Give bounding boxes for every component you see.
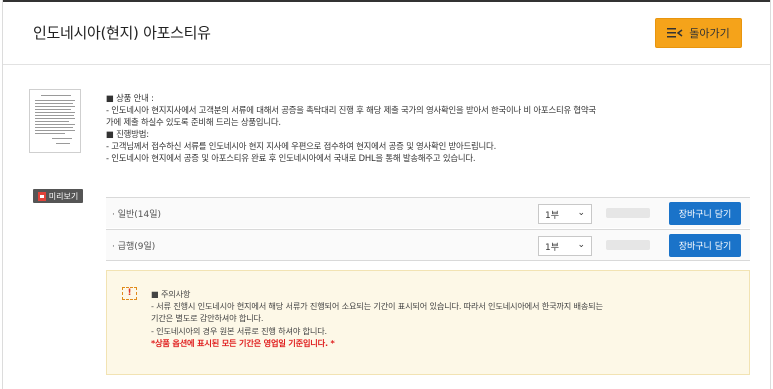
description-line: - 고객님께서 접수하신 서류를 인도네시아 현지 지사에 우편으로 접수하여 … [106,141,497,151]
list-back-icon [667,27,683,39]
add-to-cart-button[interactable]: 장바구니 담기 [669,202,741,225]
preview-button-label: 미리보기 [48,191,79,201]
quantity-select[interactable]: 1부 ⌄ [538,236,592,256]
add-to-cart-button[interactable]: 장바구니 담기 [669,234,741,257]
page-title: 인도네시아(현지) 아포스티유 [33,24,211,42]
option-row-standard: · 일반(14일) 1부 ⌄ 장바구니 담기 [106,197,750,228]
page-header: 인도네시아(현지) 아포스티유 돌아가기 [3,2,770,65]
price-redacted [606,208,650,218]
notice-line: 기간은 별도로 감안하셔야 합니다. [151,313,264,324]
notice-line: ■ 주의사항 [151,289,191,299]
page-frame: 인도네시아(현지) 아포스티유 돌아가기 미리보기 ■ 상품 안내: - 인도… [2,0,771,389]
notice-line: - 인도네시아의 경우 원본 서류로 진행 하셔야 합니다. [151,325,327,336]
quantity-select[interactable]: 1부 ⌄ [538,204,592,224]
warning-icon: ! [122,287,137,300]
product-body: 미리보기 ■ 상품 안내 : - 인도네시아 현지지사에서 고객분의 서류에 대… [3,65,770,389]
description-line: ■ 진행방법: [106,129,149,139]
document-thumbnail[interactable] [29,89,81,153]
description-line: 가에 제출 하실수 있도록 준비해 드리는 상품입니다. [106,117,281,127]
pdf-icon [37,191,46,201]
notice-warning: *상품 옵션에 표시된 모든 기간은 영업일 기준입니다. * [151,337,335,348]
notice-line: - 서류 진행시 인도네시아 현지에서 해당 서류가 진행되어 소요되는 기간이… [151,301,603,312]
option-label: · 일반(14일) [112,210,162,220]
option-row-express: · 급행(9일) 1부 ⌄ 장바구니 담기 [106,229,750,261]
product-description: ■ 상품 안내 : - 인도네시아 현지지사에서 고객분의 서류에 대해서 공증… [106,92,746,164]
option-label: · 급행(9일) [112,242,156,252]
chevron-down-icon: ⌄ [577,208,585,218]
price-redacted [606,240,650,250]
quantity-value: 1부 [545,210,560,221]
back-button-label: 돌아가기 [689,27,730,40]
description-line: ■ 상품 안내 : [106,93,154,103]
quantity-value: 1부 [545,242,560,253]
description-line: - 인도네시아 현지에서 공증 및 아포스티유 완료 후 인도네시아에서 국내로… [106,153,476,163]
chevron-down-icon: ⌄ [577,240,585,250]
notice-box: ! ■ 주의사항 - 서류 진행시 인도네시아 현지에서 해당 서류가 진행되어… [106,270,750,375]
back-button[interactable]: 돌아가기 [655,18,742,48]
description-line: - 인도네시아 현지지사에서 고객분의 서류에 대해서 공증을 촉탁대리 진행 … [106,105,596,115]
preview-button[interactable]: 미리보기 [33,189,83,203]
notice-text: ■ 주의사항 - 서류 진행시 인도네시아 현지에서 해당 서류가 진행되어 소… [151,288,603,349]
